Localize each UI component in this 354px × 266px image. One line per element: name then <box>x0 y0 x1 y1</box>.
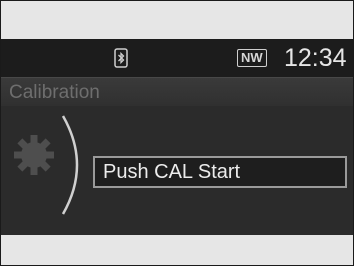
clock: 12:34 <box>284 44 347 72</box>
selector-arc <box>61 115 79 215</box>
display-frame: NW 12:34 Calibration Push CAL Start <box>0 0 354 266</box>
screen-header: Calibration <box>1 77 353 106</box>
status-bar: NW 12:34 <box>1 39 353 77</box>
bluetooth-phone-icon <box>114 48 128 68</box>
gear-icon <box>14 135 54 175</box>
screen-title: Calibration <box>9 82 100 103</box>
push-cal-start-button[interactable]: Push CAL Start <box>93 156 347 188</box>
mode-badge: NW <box>237 49 267 67</box>
